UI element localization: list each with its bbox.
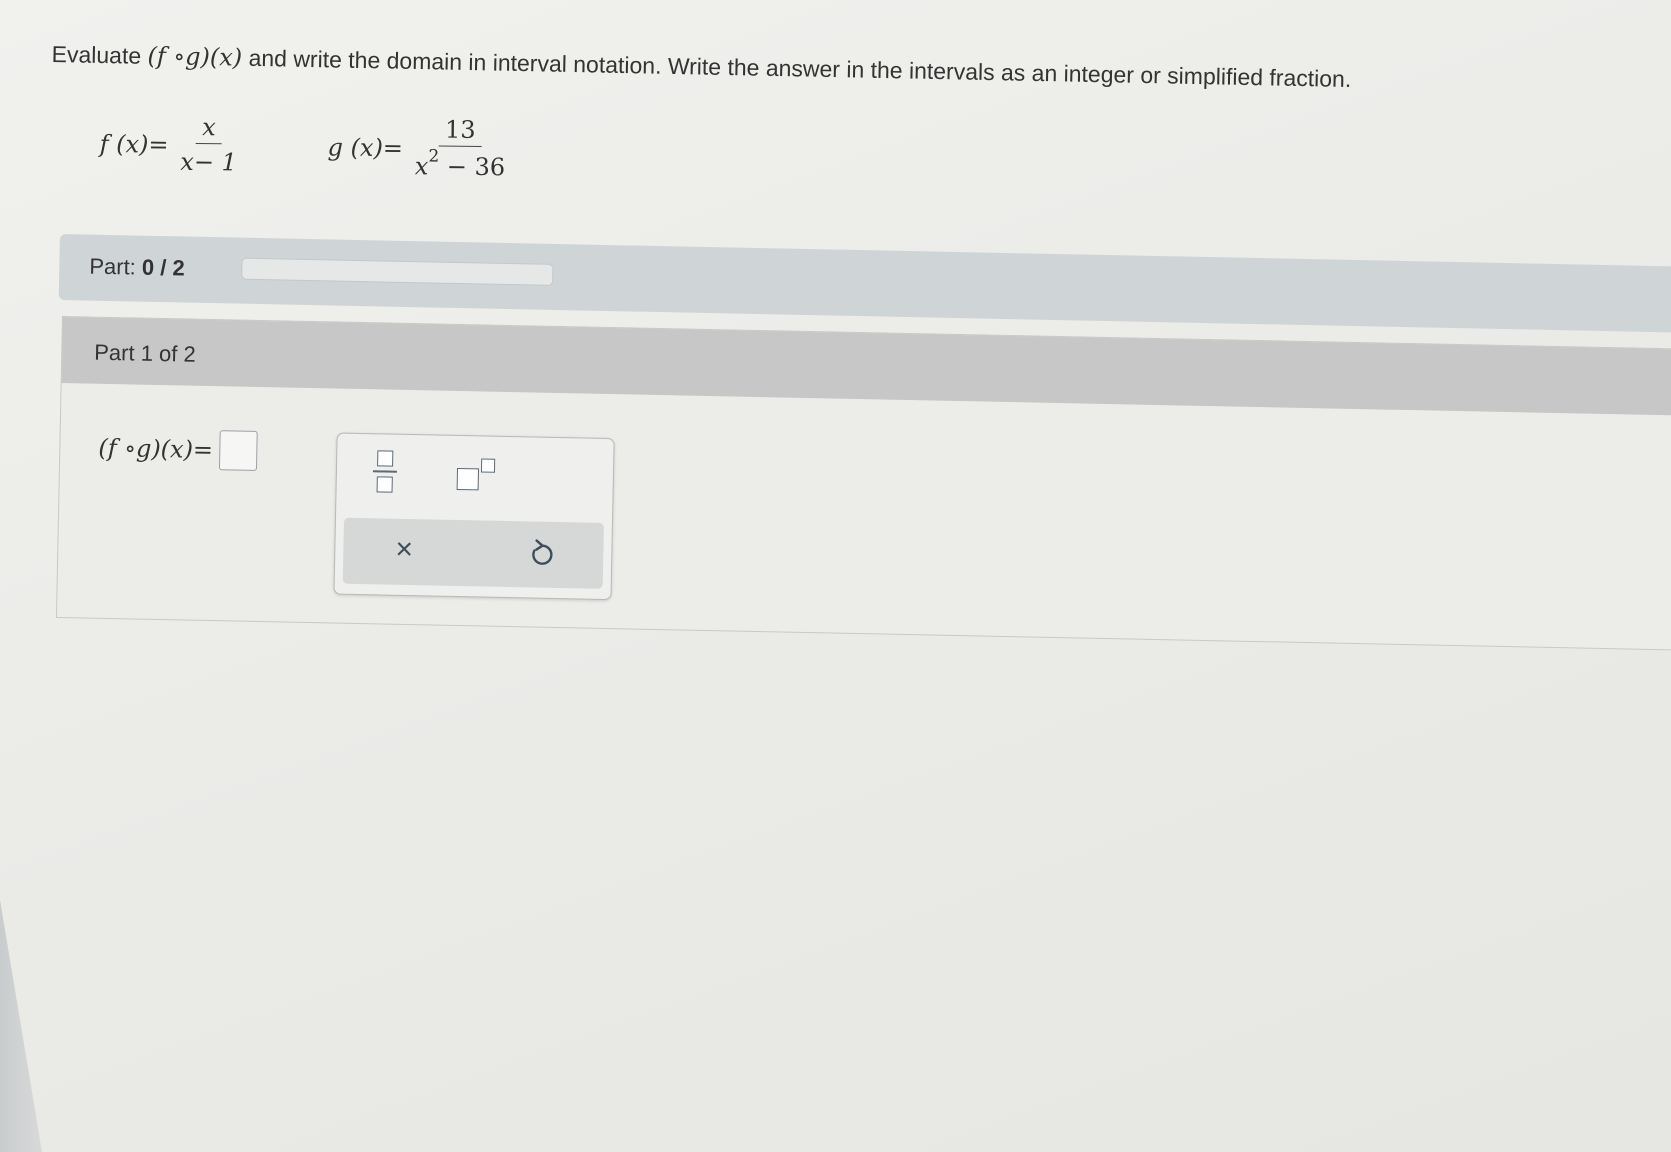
f-denominator: x− 1 xyxy=(180,147,238,177)
f-lhs: f (x)= xyxy=(99,129,169,159)
answer-label: (f ∘g)(x)= xyxy=(98,433,214,465)
g-den-rest: − 36 xyxy=(439,152,506,182)
answer-row: (f ∘g)(x)= xyxy=(98,428,258,471)
undo-icon[interactable] xyxy=(529,537,556,573)
part-progress-value: 0 / 2 xyxy=(141,254,185,281)
g-fraction: 13 x2 − 36 xyxy=(409,115,512,181)
function-definitions: f (x)= x x− 1 g (x)= 13 x2 − 36 xyxy=(99,112,620,207)
part-title: Part 1 of 2 xyxy=(94,339,197,367)
question-intro: Evaluate xyxy=(51,40,142,69)
fraction-icon[interactable] xyxy=(372,448,398,493)
part-progress-prefix: Part: xyxy=(89,253,137,280)
f-definition: f (x)= x x− 1 xyxy=(99,112,243,176)
part-progress-label: Part: 0 / 2 xyxy=(89,254,185,282)
math-toolbar: × xyxy=(333,432,615,601)
answer-input[interactable] xyxy=(218,430,258,471)
g-den-exponent: 2 xyxy=(428,146,440,167)
g-lhs: g (x)= xyxy=(327,132,404,162)
exponent-icon[interactable] xyxy=(456,458,498,493)
g-definition: g (x)= 13 x2 − 36 xyxy=(327,114,511,181)
question-composition: (f ∘g)(x) xyxy=(147,41,243,72)
f-fraction: x x− 1 xyxy=(174,113,243,177)
g-numerator: 13 xyxy=(438,115,482,147)
part-card: Part 1 of 2 (f ∘g)(x)= × xyxy=(55,316,1671,651)
toolbar-actions: × xyxy=(342,517,604,589)
g-denominator: x2 − 36 xyxy=(409,146,512,181)
f-numerator: x xyxy=(196,113,222,145)
g-den-base: x xyxy=(414,152,429,181)
clear-button[interactable]: × xyxy=(395,533,413,567)
part-progress-bar xyxy=(241,257,554,286)
